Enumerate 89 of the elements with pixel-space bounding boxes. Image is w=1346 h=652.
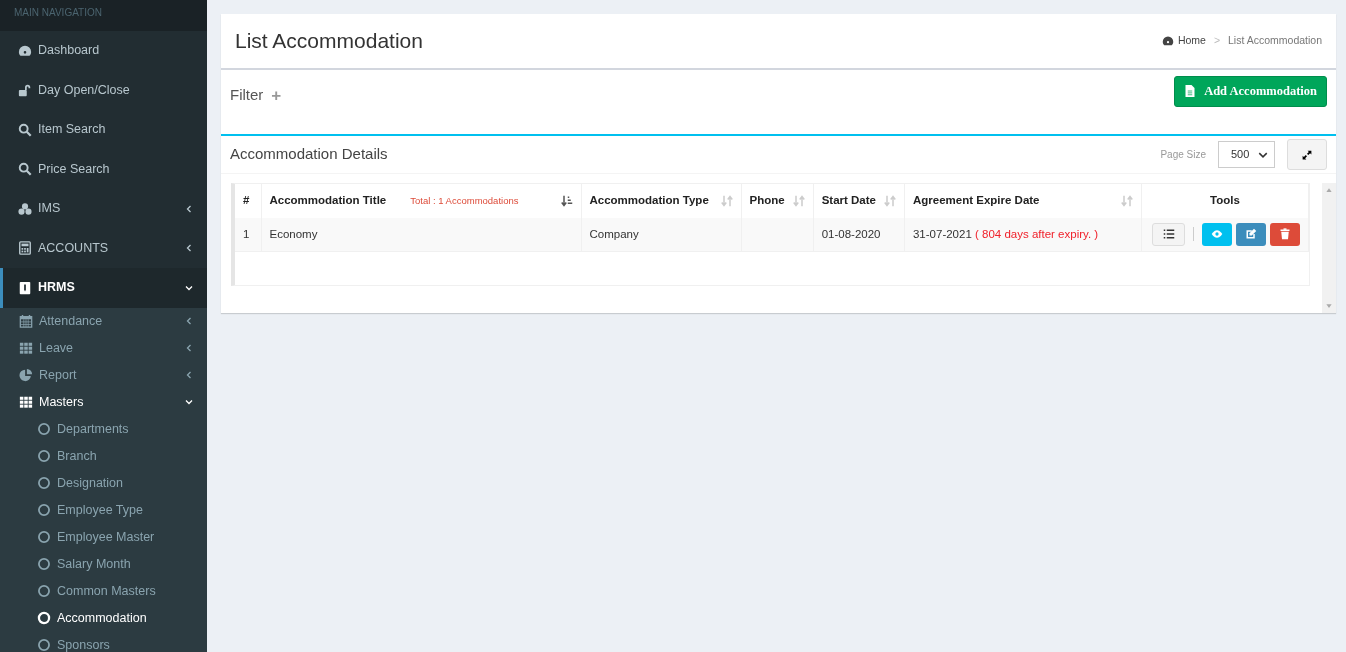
id-badge-icon (18, 280, 32, 295)
page-size-select[interactable]: 500 (1218, 141, 1275, 168)
grid-icon (19, 341, 33, 355)
sort-descending-icon[interactable] (560, 194, 573, 208)
sidebar-subitem[interactable]: Masters (0, 388, 207, 416)
chevron-left-icon (185, 317, 193, 325)
circle-icon (37, 476, 51, 490)
circle-icon (37, 557, 51, 571)
chevron-left-icon (185, 244, 193, 253)
gauge-icon (18, 43, 32, 58)
chevron-left-icon (185, 344, 193, 352)
sidebar-subitem[interactable]: Branch (0, 442, 207, 470)
circle-icon (37, 611, 51, 625)
sidebar-subitem[interactable]: Employee Type (0, 496, 207, 524)
chevron-left-icon (185, 371, 193, 379)
column-header: Agreement Expire Date (912, 193, 1040, 209)
edit-button[interactable] (1236, 222, 1266, 246)
sort-icon[interactable] (1120, 194, 1133, 208)
sidebar-item[interactable]: IMS (0, 189, 207, 229)
column-header: # (243, 193, 250, 209)
breadcrumb-current: List Accommodation (1228, 33, 1322, 49)
grid-icon (19, 395, 33, 409)
expand-arrows-icon (1302, 149, 1312, 160)
calculator-icon (18, 241, 32, 256)
table-cell: Economy (269, 227, 318, 240)
fullscreen-button[interactable] (1287, 139, 1327, 170)
sidebar-subitem[interactable]: Departments (0, 415, 207, 443)
sidebar-item[interactable]: Price Search (0, 149, 207, 189)
sidebar-item[interactable]: ACCOUNTS (0, 228, 207, 268)
page-size-label: Page Size (1160, 148, 1206, 162)
table-cell: 31-07-2021 ( 804 days after expiry. ) (912, 227, 1099, 240)
breadcrumb-link[interactable]: Home (1161, 33, 1206, 49)
sidebar-subitem[interactable]: Sponsors (0, 631, 207, 652)
sidebar-subitem[interactable]: Employee Master (0, 523, 207, 551)
column-header: Start Date (821, 193, 876, 209)
column-header: Tools (1210, 193, 1240, 209)
table-cell: Company (589, 227, 639, 240)
column-header: Phone (749, 193, 785, 209)
list-icon (1162, 228, 1175, 241)
sidebar-subitem[interactable]: Designation (0, 469, 207, 497)
filter-label: Filter (230, 85, 264, 105)
sidebar-item[interactable]: Dashboard (0, 31, 207, 71)
circle-icon (37, 422, 51, 436)
calendar-icon (19, 314, 33, 328)
chevron-down-icon (185, 283, 193, 292)
page-title: List Accommodation (235, 28, 423, 54)
circle-icon (37, 449, 51, 463)
scroll-up-arrow-icon (1325, 187, 1333, 193)
scrollbar[interactable] (1322, 183, 1336, 313)
search-icon (18, 162, 32, 177)
sort-icon[interactable] (720, 194, 733, 208)
sidebar-subitem[interactable]: Attendance (0, 307, 207, 335)
sort-icon[interactable] (883, 194, 896, 208)
sidebar-subitem[interactable]: Accommodation (0, 604, 207, 632)
search-icon (18, 122, 32, 137)
eye-icon (1211, 228, 1223, 241)
table-cell: 01-08-2020 (821, 227, 881, 240)
circle-icon (37, 530, 51, 544)
sidebar-item[interactable]: Item Search (0, 110, 207, 150)
delete-button[interactable] (1270, 222, 1300, 246)
breadcrumb-separator: > (1213, 33, 1221, 49)
total-count: Total : 1 Accommodations (410, 193, 519, 208)
sidebar-subitem[interactable]: Common Masters (0, 577, 207, 605)
edit-icon (1245, 228, 1257, 241)
sidebar-subitem[interactable]: Salary Month (0, 550, 207, 578)
sort-icon[interactable] (792, 194, 805, 208)
chevron-left-icon (185, 204, 193, 213)
circle-icon (37, 503, 51, 517)
document-icon (1184, 84, 1197, 99)
table-cell: 1 (243, 227, 250, 240)
list-button[interactable] (1152, 222, 1185, 246)
circle-icon (37, 584, 51, 598)
sidebar-item[interactable]: Day Open/Close (0, 70, 207, 110)
pie-chart-icon (19, 368, 33, 382)
cubes-icon (18, 201, 32, 216)
chevron-down-icon (185, 398, 193, 406)
sidebar-subitem[interactable]: Leave (0, 334, 207, 362)
circle-icon (37, 638, 51, 652)
nav-section-header: MAIN NAVIGATION (0, 0, 207, 31)
sidebar-subitem[interactable]: Report (0, 361, 207, 389)
section-title: Accommodation Details (230, 144, 388, 165)
column-header: Accommodation Type (589, 193, 709, 209)
gauge-icon (1161, 35, 1174, 47)
scroll-down-arrow-icon (1325, 303, 1333, 309)
trash-icon (1279, 228, 1291, 241)
view-button[interactable] (1202, 222, 1232, 246)
unlocked-padlock-icon (18, 83, 32, 98)
column-header: Accommodation Title (269, 193, 387, 209)
sidebar-item[interactable]: HRMS (0, 268, 207, 308)
